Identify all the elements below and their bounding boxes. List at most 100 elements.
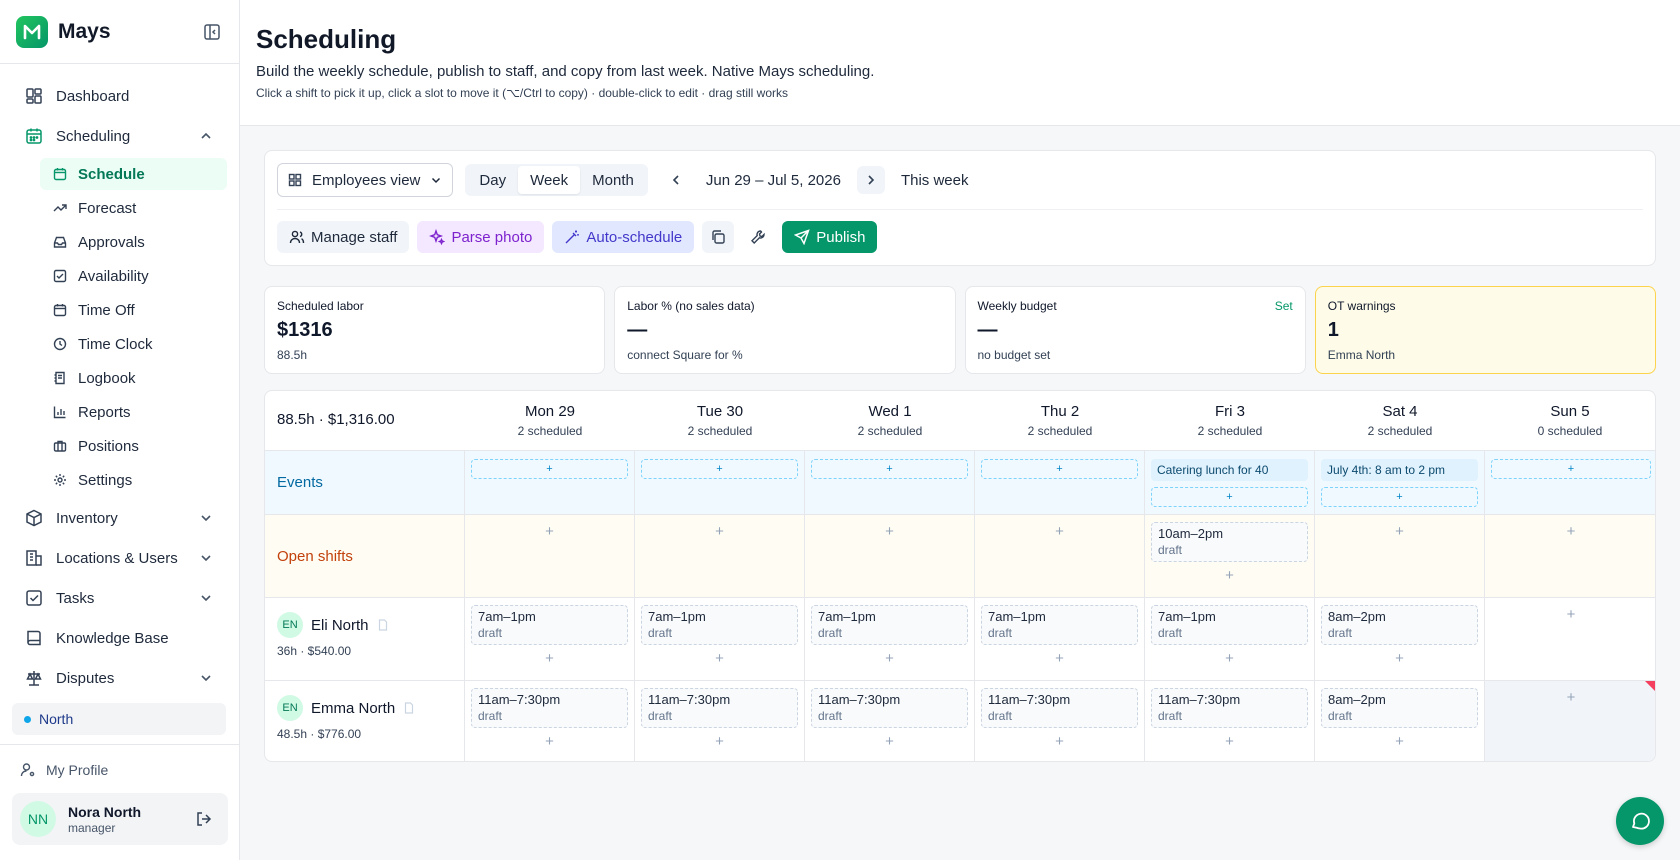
shift-cell[interactable]: 11am–7:30pm draft + (975, 681, 1145, 761)
shift-card[interactable]: 11am–7:30pm draft (1151, 688, 1308, 728)
sidebar-item-tasks[interactable]: Tasks (0, 578, 239, 618)
sidebar-item-time-off[interactable]: Time Off (40, 294, 227, 326)
add-shift-button[interactable]: + (465, 733, 634, 750)
add-shift-button[interactable]: + (1145, 567, 1314, 584)
parse-photo-button[interactable]: Parse photo (417, 221, 545, 253)
location-selector[interactable]: North (12, 703, 226, 735)
add-shift-button[interactable]: + (1315, 650, 1484, 667)
shift-cell[interactable]: 7am–1pm draft + (465, 598, 635, 680)
add-shift-button[interactable]: + (1315, 523, 1484, 540)
employee-name[interactable]: Emma North (311, 700, 395, 717)
shift-card[interactable]: 7am–1pm draft (811, 605, 968, 645)
shift-card[interactable]: 11am–7:30pm draft (981, 688, 1138, 728)
shift-cell[interactable]: 7am–1pm draft + (805, 598, 975, 680)
copy-week-button[interactable] (702, 221, 735, 253)
shift-card[interactable]: 11am–7:30pm draft (471, 688, 628, 728)
shift-cell[interactable]: 11am–7:30pm draft + (465, 681, 635, 761)
add-shift-button[interactable]: + (805, 733, 974, 750)
add-shift-button[interactable]: + (975, 523, 1144, 540)
shift-cell[interactable]: 11am–7:30pm draft + (635, 681, 805, 761)
shift-card[interactable]: 7am–1pm draft (471, 605, 628, 645)
add-shift-button[interactable]: + (465, 523, 634, 540)
sidebar-collapse-icon[interactable] (201, 21, 223, 43)
shift-cell[interactable]: 8am–2pm draft + (1315, 681, 1485, 761)
sidebar-item-scheduling[interactable]: Scheduling (0, 116, 239, 156)
shift-card[interactable]: 7am–1pm draft (641, 605, 798, 645)
chat-button[interactable] (1616, 797, 1664, 845)
add-shift-button[interactable]: + (635, 523, 804, 540)
open-shift-cell[interactable]: + (1485, 515, 1655, 597)
my-profile-link[interactable]: My Profile (0, 755, 240, 785)
shift-card[interactable]: 10am–2pm draft (1151, 522, 1308, 562)
next-week-button[interactable] (856, 166, 885, 194)
document-icon[interactable] (403, 702, 415, 714)
shift-card[interactable]: 7am–1pm draft (981, 605, 1138, 645)
sidebar-item-positions[interactable]: Positions (40, 430, 227, 462)
add-shift-button[interactable]: + (635, 733, 804, 750)
sidebar-item-reports[interactable]: Reports (40, 396, 227, 428)
sidebar-item-locations-users[interactable]: Locations & Users (0, 538, 239, 578)
add-shift-button[interactable]: + (1145, 733, 1314, 750)
add-event-button[interactable]: + (471, 459, 628, 479)
add-event-button[interactable]: + (1491, 459, 1651, 479)
shift-card[interactable]: 8am–2pm draft (1321, 605, 1478, 645)
open-shift-cell[interactable]: 10am–2pm draft + (1145, 515, 1315, 597)
shift-cell[interactable]: + (1485, 598, 1655, 680)
shift-cell[interactable]: 7am–1pm draft + (635, 598, 805, 680)
sidebar-item-settings[interactable]: Settings (40, 464, 227, 496)
open-shift-cell[interactable]: + (1315, 515, 1485, 597)
add-shift-button[interactable]: + (805, 523, 974, 540)
add-shift-button[interactable]: + (805, 650, 974, 667)
shift-card[interactable]: 11am–7:30pm draft (811, 688, 968, 728)
shift-card[interactable]: 11am–7:30pm draft (641, 688, 798, 728)
auto-schedule-button[interactable]: Auto-schedule (552, 221, 695, 253)
sidebar-item-knowledge-base[interactable]: Knowledge Base (0, 618, 239, 658)
add-shift-button[interactable]: + (975, 650, 1144, 667)
shift-card[interactable]: 7am–1pm draft (1151, 605, 1308, 645)
add-shift-button[interactable]: + (1315, 733, 1484, 750)
sidebar-item-inventory[interactable]: Inventory (0, 498, 239, 538)
add-shift-button[interactable]: + (635, 650, 804, 667)
mode-month-button[interactable]: Month (580, 166, 646, 194)
open-shift-cell[interactable]: + (975, 515, 1145, 597)
add-event-button[interactable]: + (981, 459, 1138, 479)
event-chip[interactable]: Catering lunch for 40 (1151, 459, 1308, 481)
add-shift-button[interactable]: + (1485, 606, 1655, 623)
add-shift-button[interactable]: + (1485, 689, 1655, 706)
set-budget-link[interactable]: Set (1275, 299, 1293, 313)
manage-staff-button[interactable]: Manage staff (277, 221, 410, 253)
shift-cell[interactable]: 7am–1pm draft + (1145, 598, 1315, 680)
shift-cell[interactable]: 11am–7:30pm draft + (805, 681, 975, 761)
add-event-button[interactable]: + (811, 459, 968, 479)
shift-cell-ot-blocked[interactable]: + (1485, 681, 1655, 761)
add-shift-button[interactable]: + (975, 733, 1144, 750)
open-shift-cell[interactable]: + (635, 515, 805, 597)
tools-button[interactable] (742, 221, 774, 253)
add-shift-button[interactable]: + (1145, 650, 1314, 667)
publish-button[interactable]: Publish (782, 221, 878, 253)
add-shift-button[interactable]: + (465, 650, 634, 667)
this-week-button[interactable]: This week (901, 172, 969, 189)
add-shift-button[interactable]: + (1485, 523, 1655, 540)
mode-week-button[interactable]: Week (518, 166, 581, 194)
document-icon[interactable] (377, 619, 389, 631)
view-select[interactable]: Employees view (277, 163, 454, 197)
add-event-button[interactable]: + (1321, 487, 1478, 507)
add-event-button[interactable]: + (641, 459, 798, 479)
logout-icon[interactable] (194, 809, 214, 829)
open-shift-cell[interactable]: + (465, 515, 635, 597)
event-chip[interactable]: July 4th: 8 am to 2 pm (1321, 459, 1478, 481)
sidebar-item-time-clock[interactable]: Time Clock (40, 328, 227, 360)
sidebar-item-approvals[interactable]: Approvals (40, 226, 227, 258)
mays-logo-icon[interactable] (16, 15, 48, 48)
prev-week-button[interactable] (662, 166, 690, 194)
mode-day-button[interactable]: Day (467, 166, 518, 194)
shift-cell[interactable]: 8am–2pm draft + (1315, 598, 1485, 680)
shift-cell[interactable]: 7am–1pm draft + (975, 598, 1145, 680)
sidebar-item-schedule[interactable]: Schedule (40, 158, 227, 190)
shift-card[interactable]: 8am–2pm draft (1321, 688, 1478, 728)
shift-cell[interactable]: 11am–7:30pm draft + (1145, 681, 1315, 761)
sidebar-item-logbook[interactable]: Logbook (40, 362, 227, 394)
sidebar-item-dashboard[interactable]: Dashboard (0, 76, 239, 116)
stat-ot-warnings[interactable]: OT warnings 1 Emma North (1314, 286, 1656, 374)
